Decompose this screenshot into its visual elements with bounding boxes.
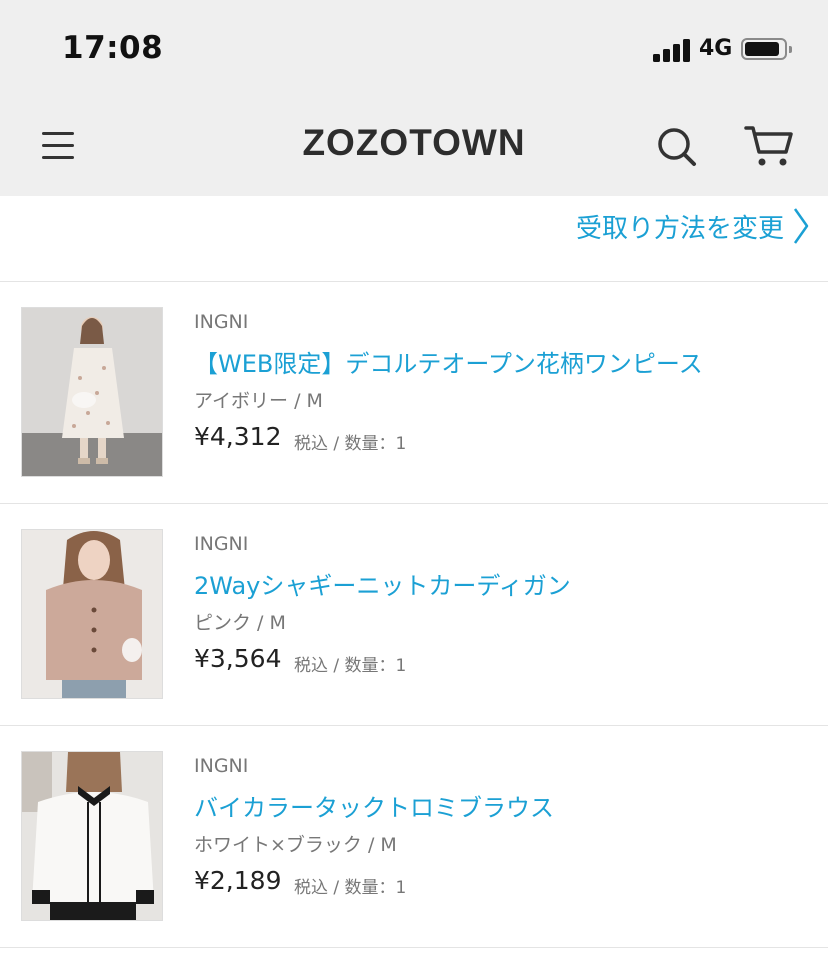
item-price: ¥4,312 [194, 422, 282, 451]
product-image[interactable] [21, 751, 163, 921]
cart-item: INGNI 【WEB限定】デコルテオープン花柄ワンピース アイボリー / M ¥… [0, 282, 828, 504]
battery-icon [741, 38, 792, 60]
chevron-right-icon [793, 208, 809, 244]
status-bar: 17:08 4G [0, 0, 828, 96]
search-icon[interactable] [650, 120, 702, 172]
item-tax-quantity: 税込 / 数量：1 [294, 656, 407, 676]
item-brand: INGNI [194, 311, 249, 333]
pickup-row: 受取り方法を変更 [0, 196, 828, 282]
nav-bar: ZOZOTOWN [0, 96, 828, 196]
item-tax-quantity: 税込 / 数量：1 [294, 434, 407, 454]
cart-item: INGNI バイカラータックトロミブラウス ホワイト×ブラック / M ¥2,1… [0, 726, 828, 948]
pickup-link-label: 受取り方法を変更 [575, 213, 784, 244]
item-title[interactable]: バイカラータックトロミブラウス [194, 788, 554, 823]
item-variant: アイボリー / M [194, 390, 323, 412]
item-brand: INGNI [194, 533, 249, 555]
item-variant: ピンク / M [194, 612, 286, 634]
change-pickup-method-link[interactable]: 受取り方法を変更 [576, 206, 810, 246]
item-variant: ホワイト×ブラック / M [194, 834, 397, 856]
item-price: ¥2,189 [194, 866, 282, 895]
status-time: 17:08 [62, 30, 164, 66]
cart-item: INGNI 2Wayシャギーニットカーディガン ピンク / M ¥3,564 税… [0, 504, 828, 726]
logo[interactable]: ZOZOTOWN [0, 122, 828, 164]
product-image[interactable] [21, 529, 163, 699]
item-title[interactable]: 2Wayシャギーニットカーディガン [194, 566, 571, 601]
item-title[interactable]: 【WEB限定】デコルテオープン花柄ワンピース [194, 344, 703, 379]
product-image[interactable] [21, 307, 163, 477]
cart-icon[interactable] [742, 120, 796, 172]
network-type: 4G [699, 36, 733, 61]
item-brand: INGNI [194, 755, 249, 777]
item-tax-quantity: 税込 / 数量：1 [294, 878, 407, 898]
item-price: ¥3,564 [194, 644, 282, 673]
signal-icon [653, 38, 691, 62]
